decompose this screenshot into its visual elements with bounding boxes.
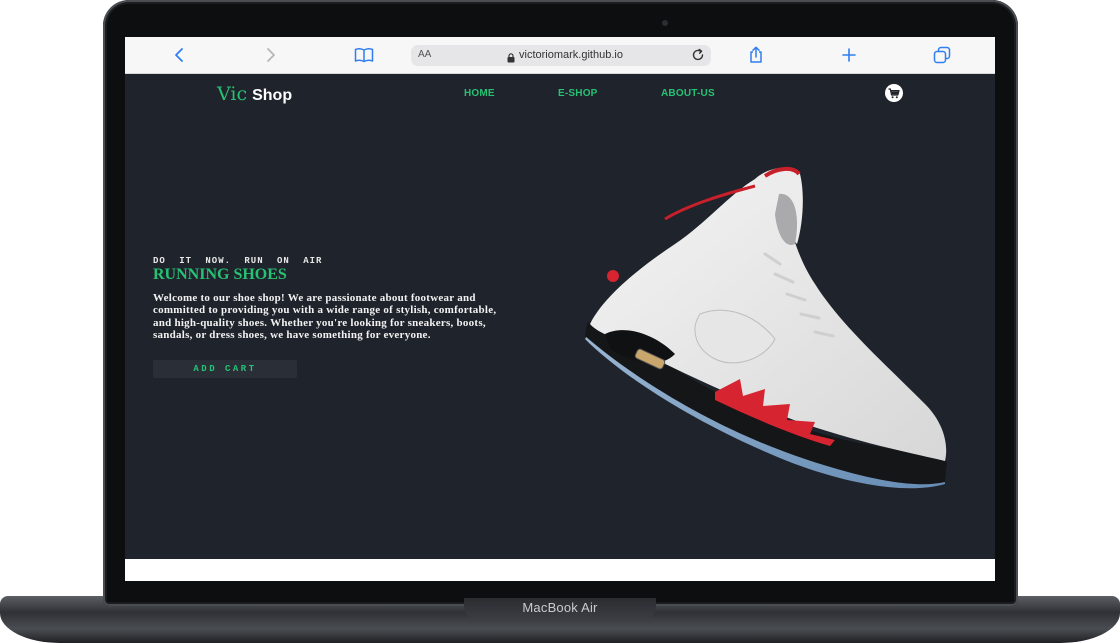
site-logo[interactable]: Vic Shop xyxy=(217,83,292,105)
model-label: MacBook Air xyxy=(522,600,598,615)
cart-icon[interactable] xyxy=(885,84,903,102)
new-tab-icon[interactable] xyxy=(837,43,861,67)
bookmarks-icon[interactable] xyxy=(352,43,376,67)
forward-icon[interactable] xyxy=(259,43,283,67)
hero-title: RUNNING SHOES xyxy=(153,266,287,283)
logo-shop: Shop xyxy=(252,87,293,104)
back-icon[interactable] xyxy=(167,43,191,67)
lock-icon xyxy=(507,50,515,68)
text-size-button[interactable]: AA xyxy=(418,49,431,60)
logo-vic: Vic xyxy=(217,83,248,105)
hero-kicker: DO IT NOW. RUN ON AIR xyxy=(153,256,323,266)
screen: AA victoriomark.github.io Vic Shop HOME … xyxy=(125,37,995,581)
sneaker-image xyxy=(585,167,947,489)
reload-icon[interactable] xyxy=(691,48,705,67)
nav-eshop[interactable]: E-SHOP xyxy=(558,88,598,99)
browser-toolbar: AA victoriomark.github.io xyxy=(125,37,995,74)
camera xyxy=(662,20,668,26)
url-text: victoriomark.github.io xyxy=(519,49,623,61)
stage: MacBook Air AA victoriomark.github.io Vi… xyxy=(0,0,1120,643)
address-bar[interactable]: AA victoriomark.github.io xyxy=(411,45,711,66)
nav-about-us[interactable]: ABOUT-US xyxy=(661,88,715,99)
tabs-icon[interactable] xyxy=(930,43,954,67)
add-cart-button[interactable]: ADD CART xyxy=(153,360,297,378)
share-icon[interactable] xyxy=(744,43,768,67)
nav-home[interactable]: HOME xyxy=(464,88,495,99)
hero-description: Welcome to our shoe shop! We are passion… xyxy=(153,292,497,341)
web-page: Vic Shop HOME E-SHOP ABOUT-US DO IT NOW. … xyxy=(125,74,995,559)
